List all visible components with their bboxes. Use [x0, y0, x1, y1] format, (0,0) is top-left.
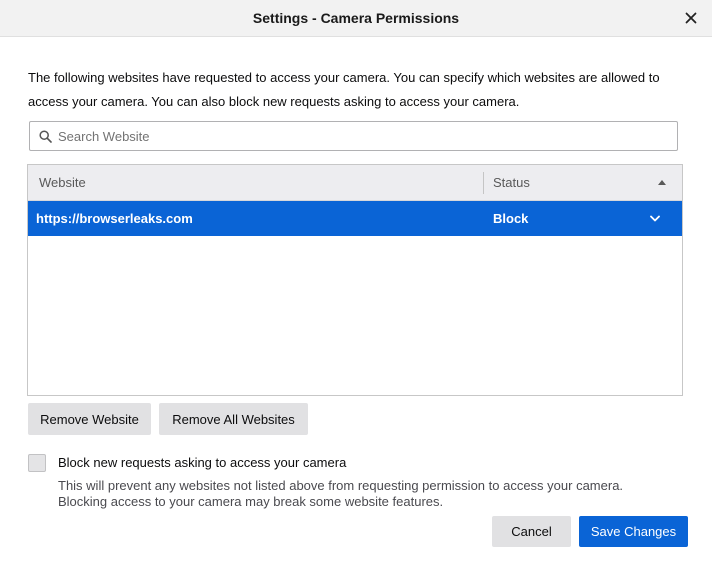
help-text-line-2: Blocking access to your camera may break…	[58, 494, 444, 509]
search-input[interactable]	[58, 122, 668, 150]
status-dropdown[interactable]: Block	[484, 201, 682, 236]
status-dropdown-value: Block	[493, 211, 529, 226]
search-field[interactable]	[29, 121, 678, 151]
sort-ascending-icon	[658, 180, 666, 185]
column-header-status-label: Status	[493, 175, 530, 190]
column-header-status[interactable]: Status	[484, 165, 682, 200]
dialog-titlebar: Settings - Camera Permissions	[0, 0, 712, 37]
dialog-description: The following websites have requested to…	[28, 70, 660, 109]
close-icon	[685, 12, 697, 24]
row-website: https://browserleaks.com	[36, 211, 193, 226]
search-icon	[39, 130, 52, 143]
permissions-table: Website Status https://browserleaks.com …	[27, 164, 683, 396]
dialog-title: Settings - Camera Permissions	[252, 10, 460, 26]
chevron-down-icon	[650, 215, 660, 222]
help-text-line-1: This will prevent any websites not liste…	[58, 478, 624, 493]
save-changes-button[interactable]: Save Changes	[579, 516, 688, 547]
block-requests-help: This will prevent any websites not liste…	[58, 478, 698, 510]
block-requests-label[interactable]: Block new requests asking to access your…	[58, 455, 346, 470]
table-header: Website Status	[28, 165, 682, 201]
block-requests-checkbox[interactable]	[28, 454, 46, 472]
remove-website-button[interactable]: Remove Website	[28, 403, 151, 435]
remove-all-websites-button[interactable]: Remove All Websites	[159, 403, 308, 435]
close-button[interactable]	[680, 7, 702, 29]
cancel-button[interactable]: Cancel	[492, 516, 571, 547]
column-header-website[interactable]: Website	[28, 165, 483, 200]
table-row[interactable]: https://browserleaks.com Block	[28, 201, 682, 236]
